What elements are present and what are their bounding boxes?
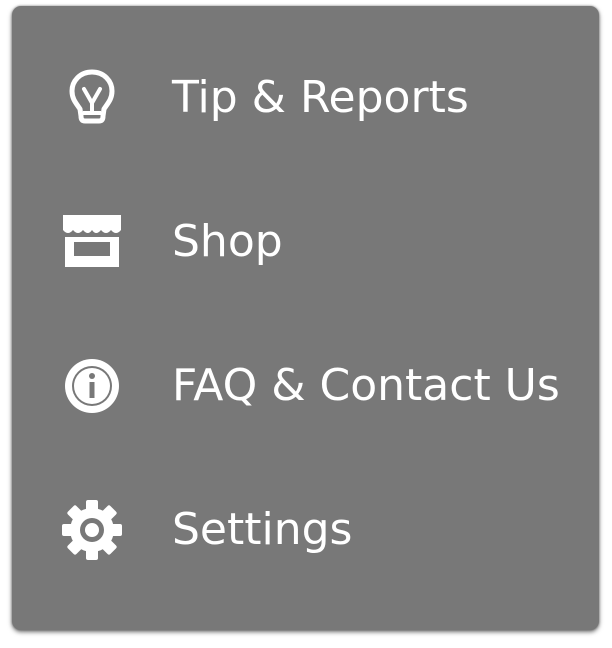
menu-item-settings[interactable]: Settings (12, 458, 599, 602)
menu-item-label: Shop (172, 216, 283, 267)
menu-item-shop[interactable]: Shop (12, 170, 599, 314)
menu-item-faq-contact[interactable]: FAQ & Contact Us (12, 314, 599, 458)
lightbulb-icon (57, 66, 127, 130)
info-icon (57, 354, 127, 418)
gear-icon (57, 498, 127, 562)
menu-item-label: Settings (172, 504, 353, 555)
menu-item-tip-reports[interactable]: Tip & Reports (12, 26, 599, 170)
storefront-icon (57, 210, 127, 274)
popup-menu: Tip & Reports Shop FAQ & Contact Us Sett… (12, 6, 599, 630)
menu-item-label: Tip & Reports (172, 72, 469, 123)
menu-item-label: FAQ & Contact Us (172, 360, 560, 411)
